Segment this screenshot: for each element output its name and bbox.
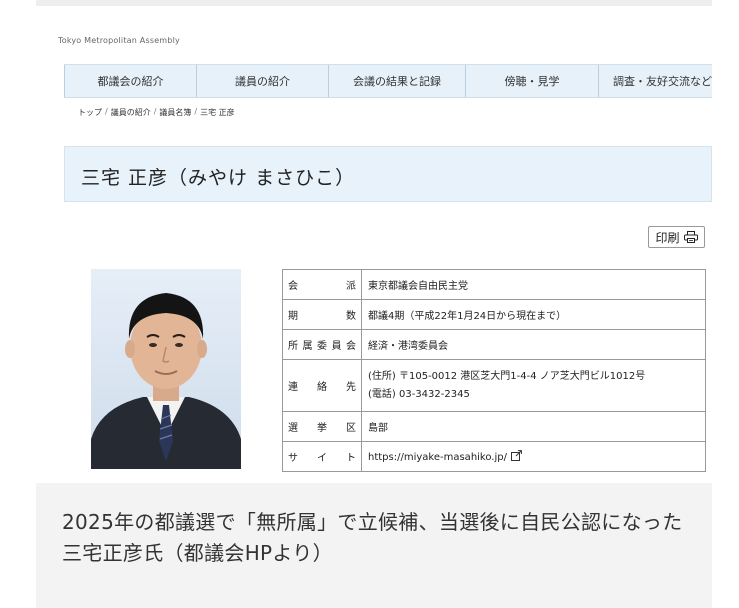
profile-label: 期数 [282,299,362,330]
page-title-box: 三宅 正彦（みやけ まさひこ） [64,146,712,202]
printer-icon [683,231,698,243]
breadcrumb-separator: / [194,107,198,116]
breadcrumb-roster[interactable]: 議員名簿 [159,107,191,118]
member-profile-table: 会派 東京都議会自由民主党 期数 都議4期（平成22年1月24日から現在まで） … [282,269,706,472]
nav-item-members[interactable]: 議員の紹介 [196,65,328,97]
profile-row-faction: 会派 東京都議会自由民主党 [282,269,706,300]
assembly-logo-text: Tokyo Metropolitan Assembly [58,36,180,45]
breadcrumb-current: 三宅 正彦 [200,108,235,117]
nav-item-about-assembly[interactable]: 都議会の紹介 [64,65,196,97]
breadcrumb-separator: / [153,107,157,116]
member-photo [91,269,241,469]
profile-label: 所属委員会 [282,329,362,360]
top-strip [36,0,712,6]
external-link-icon [510,450,522,461]
profile-row-contact: 連絡先 (住所) 〒105-0012 港区芝大門1-4-4 ノア芝大門ビル101… [282,359,706,412]
profile-value-faction: 東京都議会自由民主党 [361,269,706,300]
profile-value-district: 島部 [361,411,706,442]
nav-item-research-exchange[interactable]: 調査・友好交流など [598,65,712,97]
profile-row-terms: 期数 都議4期（平成22年1月24日から現在まで） [282,299,706,330]
profile-value-site: https://miyake-masahiko.jp/ [361,441,706,472]
breadcrumb: トップ / 議員の紹介 / 議員名簿 / 三宅 正彦 [78,107,235,118]
profile-row-site: サイト https://miyake-masahiko.jp/ [282,441,706,472]
profile-label: 会派 [282,269,362,300]
member-portrait-image [91,269,241,469]
photo-caption: 2025年の都議選で「無所属」で立候補、当選後に自民公認になった三宅正彦氏（都議… [62,510,683,565]
profile-row-committee: 所属委員会 経済・港湾委員会 [282,329,706,360]
global-nav: 都議会の紹介 議員の紹介 会議の結果と記録 傍聴・見学 調査・友好交流など [64,64,712,98]
profile-label: 連絡先 [282,359,362,412]
print-button-label: 印刷 [655,230,680,245]
profile-value-terms: 都議4期（平成22年1月24日から現在まで） [361,299,706,330]
profile-label: サイト [282,441,362,472]
breadcrumb-members[interactable]: 議員の紹介 [111,107,151,118]
nav-item-meeting-results[interactable]: 会議の結果と記録 [328,65,465,97]
member-website-link[interactable]: https://miyake-masahiko.jp/ [368,452,507,463]
profile-value-committee: 経済・港湾委員会 [361,329,706,360]
assembly-page: Tokyo Metropolitan Assembly 都議会の紹介 議員の紹介… [36,0,712,608]
contact-phone: (電話) 03-3432-2345 [368,388,470,400]
nav-item-gallery-tours[interactable]: 傍聴・見学 [465,65,598,97]
photo-caption-bar: 2025年の都議選で「無所属」で立候補、当選後に自民公認になった三宅正彦氏（都議… [36,483,712,608]
contact-address: (住所) 〒105-0012 港区芝大門1-4-4 ノア芝大門ビル1012号 [368,370,646,382]
breadcrumb-separator: / [105,107,108,116]
print-button[interactable]: 印刷 [648,226,705,248]
profile-row-district: 選挙区 島部 [282,411,706,442]
page-title: 三宅 正彦（みやけ まさひこ） [81,167,356,189]
breadcrumb-top[interactable]: トップ [78,107,102,118]
profile-label: 選挙区 [282,411,362,442]
profile-value-contact: (住所) 〒105-0012 港区芝大門1-4-4 ノア芝大門ビル1012号 (… [361,359,706,412]
